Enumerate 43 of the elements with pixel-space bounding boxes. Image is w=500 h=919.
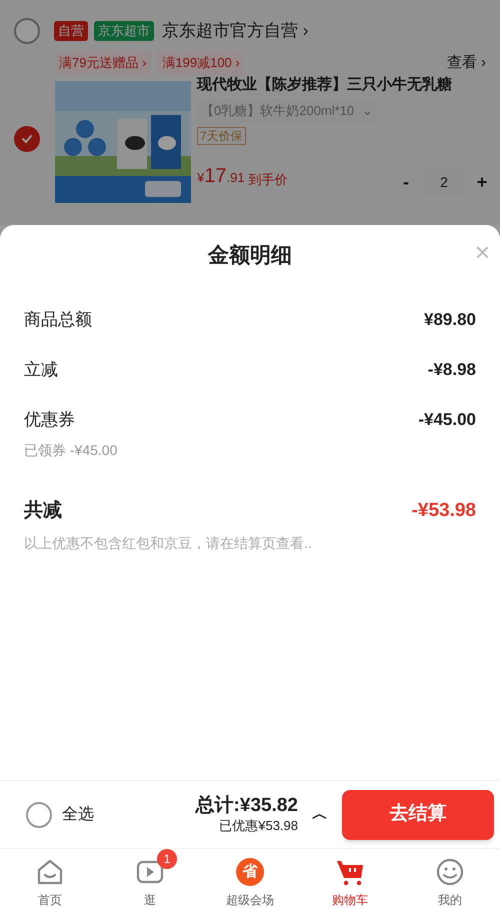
coupon-note: 已领券 -¥45.00 — [24, 441, 118, 460]
tab-item[interactable]: 省 超级会场 — [200, 849, 300, 919]
expand-button[interactable]: ︿ — [312, 802, 328, 826]
price-note: 到手价 — [248, 172, 288, 186]
guarantee-tag: 7天价保 — [197, 126, 246, 144]
tab-item[interactable]: 购物车 — [300, 849, 400, 919]
notification-badge: 1 — [157, 849, 177, 869]
row-label: 优惠券 — [24, 408, 75, 431]
minus-button[interactable]: - — [398, 168, 414, 196]
row-label: 商品总额 — [24, 308, 92, 331]
view-link[interactable]: 查看 › — [446, 52, 486, 74]
play-icon — [136, 860, 164, 884]
cart-total: 总计:¥35.82 — [196, 794, 298, 816]
check-icon — [22, 134, 32, 143]
house-icon — [36, 858, 64, 886]
tab-item[interactable]: 1 逛 — [100, 849, 200, 919]
checkbox[interactable] — [14, 18, 40, 44]
product-title[interactable]: 现代牧业【陈岁推荐】三只小牛无乳糖 — [197, 74, 486, 94]
plus-button[interactable]: + — [474, 168, 490, 196]
tab-item[interactable]: 我的 — [400, 849, 500, 919]
saved-amount: 已优惠¥53.98 — [219, 816, 298, 834]
footnote: 以上优惠不包含红包和京豆，请在结算页查看.. — [24, 534, 313, 553]
tab-item[interactable]: 首页 — [0, 849, 100, 919]
store-name[interactable]: 京东超市官方自营 › — [162, 18, 308, 44]
total-label: 共减 — [24, 498, 62, 523]
cart-icon — [335, 858, 365, 886]
row-label: 立减 — [24, 358, 58, 381]
store-badge: 自营 — [54, 21, 88, 41]
smiley-icon — [436, 858, 464, 886]
select-all-label[interactable]: 全选 — [62, 802, 94, 826]
row-value: -¥45.00 — [418, 408, 476, 431]
promo-tag[interactable]: 满79元送赠品 › — [55, 52, 150, 74]
total-value: -¥53.98 — [412, 498, 476, 523]
price: ¥17.91 — [197, 166, 245, 186]
promo-tag[interactable]: 满199减100 › — [158, 52, 244, 74]
row-value: -¥8.98 — [428, 358, 476, 381]
checkout-button[interactable]: 去结算 — [342, 790, 494, 840]
row-value: ¥89.80 — [424, 308, 476, 331]
checkbox[interactable] — [14, 126, 40, 152]
promo-icon: 省 — [236, 858, 264, 886]
sheet-title: 金额明细 — [208, 242, 292, 270]
store-badge: 京东超市 — [94, 21, 154, 41]
checkbox[interactable] — [26, 802, 52, 828]
